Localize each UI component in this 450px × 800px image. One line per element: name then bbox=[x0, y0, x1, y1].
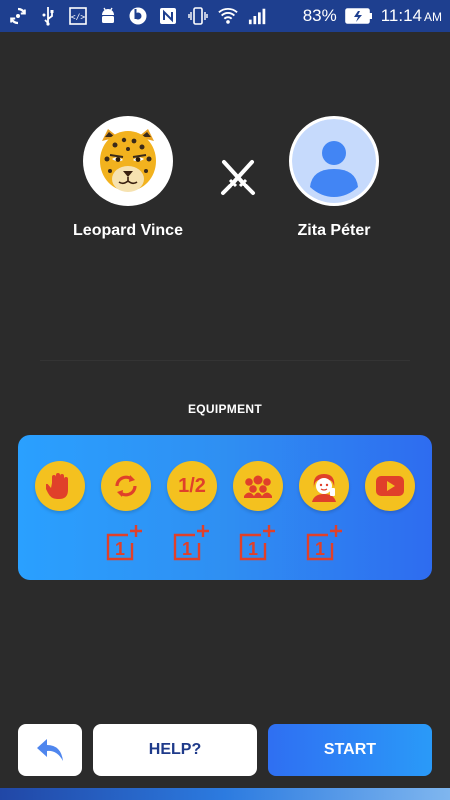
plus-badge-label: 1 bbox=[115, 539, 125, 559]
player-right-name: Zita Péter bbox=[297, 222, 371, 239]
plus-badges-row: 1 1 1 1 bbox=[104, 523, 344, 563]
phone-a-friend-button[interactable] bbox=[299, 461, 349, 511]
vibrate-icon bbox=[188, 6, 208, 26]
svg-text:</>: </> bbox=[71, 13, 86, 22]
status-bar: </> 83% 11:14 AM bbox=[0, 0, 450, 32]
code-icon: </> bbox=[68, 6, 88, 26]
plus-one-badge: 1 bbox=[104, 523, 144, 563]
default-person-avatar[interactable] bbox=[289, 116, 379, 206]
player-left: Leopard Vince bbox=[58, 116, 198, 240]
audience-button[interactable] bbox=[233, 461, 283, 511]
plus-one-badge: 1 bbox=[171, 523, 211, 563]
plus-one-badge: 1 bbox=[237, 523, 277, 563]
equipment-row: 1/2 bbox=[35, 461, 415, 511]
clock: 11:14 AM bbox=[381, 6, 442, 26]
audience-icon bbox=[244, 475, 272, 498]
video-play-icon bbox=[376, 476, 404, 496]
start-button[interactable]: START bbox=[268, 724, 432, 776]
hand-stop-icon bbox=[46, 473, 68, 499]
reply-back-icon bbox=[37, 739, 63, 761]
beats-icon bbox=[128, 6, 148, 26]
equipment-panel: 1/2 1 1 1 1 bbox=[18, 435, 432, 580]
plus-badge-label: 1 bbox=[182, 539, 192, 559]
half-button[interactable]: 1/2 bbox=[167, 461, 217, 511]
battery-percent: 83% bbox=[302, 6, 337, 25]
crossed-swords-icon bbox=[218, 158, 258, 198]
player-right: Zita Péter bbox=[264, 116, 404, 240]
signal-icon bbox=[248, 6, 268, 26]
plus-one-badge: 1 bbox=[304, 523, 344, 563]
navigation-bar bbox=[0, 788, 450, 800]
clock-ampm: AM bbox=[424, 10, 442, 24]
nfc-icon bbox=[158, 6, 178, 26]
phone-a-friend-icon bbox=[312, 474, 336, 502]
back-button[interactable] bbox=[18, 724, 82, 776]
wifi-icon bbox=[218, 6, 238, 26]
hand-stop-button[interactable] bbox=[35, 461, 85, 511]
leopard-avatar[interactable] bbox=[83, 116, 173, 206]
video-play-button[interactable] bbox=[365, 461, 415, 511]
equipment-title: EQUIPMENT bbox=[187, 402, 263, 416]
usb-icon bbox=[38, 6, 58, 26]
battery-charging-icon bbox=[344, 6, 373, 26]
plus-badge-label: 1 bbox=[248, 539, 258, 559]
help-button[interactable]: HELP? bbox=[93, 724, 257, 776]
swap-refresh-button[interactable] bbox=[101, 461, 151, 511]
plus-badge-label: 1 bbox=[315, 539, 325, 559]
divider bbox=[40, 360, 410, 361]
swap-refresh-icon bbox=[115, 475, 137, 497]
sync-icon bbox=[8, 6, 28, 26]
player-left-name: Leopard Vince bbox=[73, 222, 183, 239]
half-icon: 1/2 bbox=[178, 474, 206, 497]
clock-time: 11:14 bbox=[380, 6, 422, 25]
android-icon bbox=[98, 6, 118, 26]
